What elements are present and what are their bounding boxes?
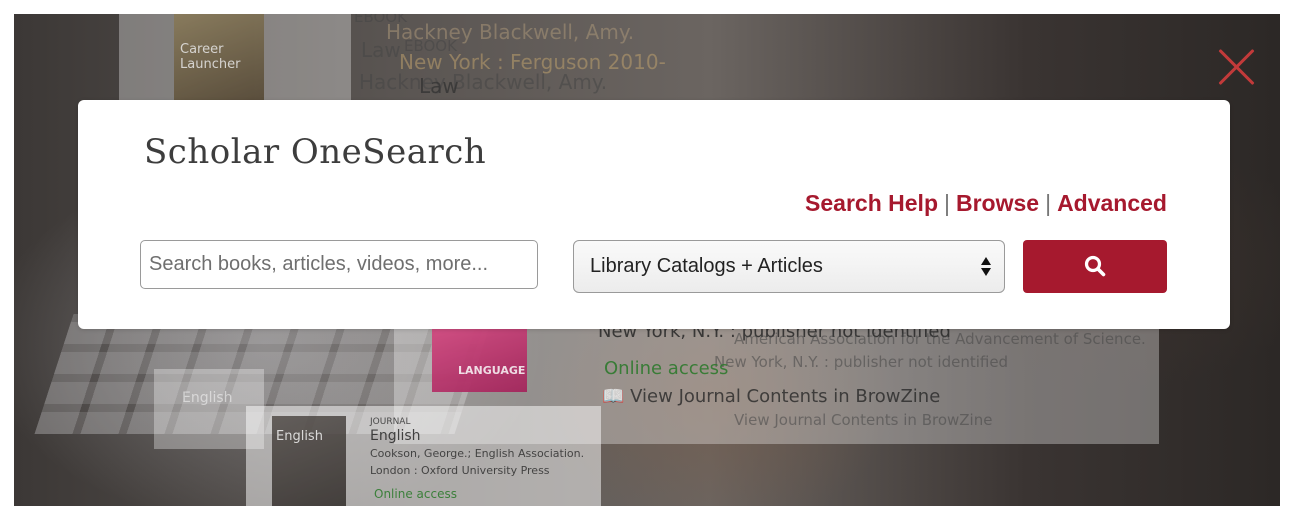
book-cover-title: LANGUAGE	[458, 364, 526, 377]
ghost-text: English	[182, 390, 233, 406]
link-separator: |	[1045, 190, 1052, 216]
search-links: Search Help | Browse | Advanced	[805, 190, 1167, 217]
link-separator: |	[944, 190, 950, 216]
search-icon	[1084, 255, 1106, 277]
page-title: Scholar OneSearch	[144, 132, 487, 172]
advanced-link[interactable]: Advanced	[1057, 190, 1167, 216]
ghost-text: Law	[361, 38, 401, 62]
ghost-text: Law	[419, 74, 459, 98]
ghost-text: Hackney Blackwell, Amy.	[359, 70, 608, 94]
search-button[interactable]	[1023, 240, 1167, 293]
search-panel: Scholar OneSearch Search Help | Browse | Adv…	[78, 100, 1230, 329]
search-help-link[interactable]: Search Help	[805, 190, 938, 216]
ghost-browzine: 📖 View Journal Contents in BrowZine	[602, 386, 941, 407]
ghost-text: American Association for the Advancement…	[734, 330, 1146, 348]
ghost-label: JOURNAL	[370, 417, 411, 427]
book-cover: English	[272, 416, 346, 506]
scope-select[interactable]: Library Catalogs + Articles	[573, 240, 1005, 293]
chevron-updown-icon	[981, 255, 991, 279]
close-icon[interactable]	[1217, 47, 1257, 87]
ghost-text: View Journal Contents in BrowZine	[734, 411, 993, 429]
ghost-text: Cookson, George.; English Association.	[370, 447, 585, 460]
browse-link[interactable]: Browse	[956, 190, 1039, 216]
ghost-online-access: Online access	[604, 358, 729, 379]
ghost-text: English	[370, 428, 421, 444]
book-cover-title: Career Launcher	[180, 42, 241, 72]
book-cover-title: English	[276, 429, 323, 444]
ghost-text: London : Oxford University Press	[370, 464, 550, 477]
book-cover: Career Launcher	[174, 14, 264, 104]
search-input[interactable]	[140, 240, 538, 289]
ghost-online-access: Online access	[374, 487, 457, 501]
scope-selected-value: Library Catalogs + Articles	[590, 255, 823, 277]
ghost-text: New York, N.Y. : publisher not identifie…	[714, 353, 1009, 371]
ghost-text: View Journal Contents in BrowZine	[630, 386, 941, 407]
